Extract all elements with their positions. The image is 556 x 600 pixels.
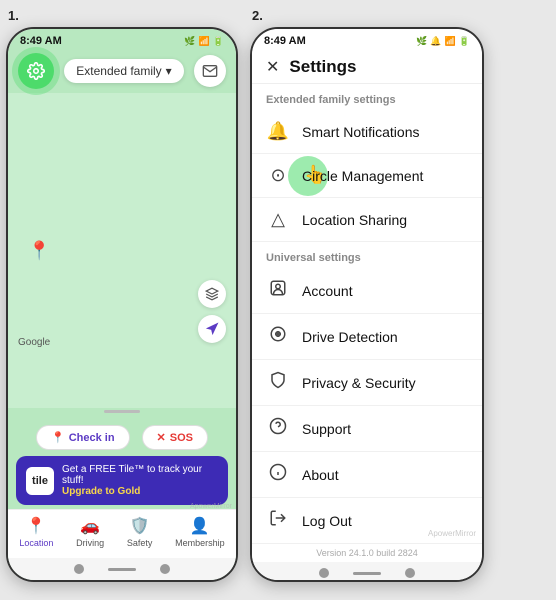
account-label: Account xyxy=(302,283,353,299)
family-label: Extended family xyxy=(76,64,161,78)
gear-icon xyxy=(27,62,45,80)
hw2-recent-btn xyxy=(405,568,415,578)
hw-home-btn xyxy=(108,568,136,571)
driving-nav-icon: 🚗 xyxy=(80,516,100,536)
notification-icon: 🔔 xyxy=(266,121,290,142)
checkin-icon: 📍 xyxy=(51,431,65,444)
phone1-watermark: ApowerMirror xyxy=(190,503,232,510)
panel1-number: 1. xyxy=(6,8,19,23)
membership-nav-icon: 👤 xyxy=(190,516,210,536)
promo-banner[interactable]: tile Get a FREE Tile™ to track your stuf… xyxy=(16,456,228,505)
drive-detection-icon xyxy=(266,325,290,348)
phone1-status-icons: 🌿 📶 🔋 xyxy=(184,36,224,47)
phone2-hw-bar xyxy=(252,562,482,582)
settings-header: ✕ Settings xyxy=(252,49,482,84)
phone2-frame: 8:49 AM 🌿 🔔 📶 🔋 ✕ Settings Extended fami… xyxy=(250,27,484,582)
panel2-wrapper: 2. 8:49 AM 🌿 🔔 📶 🔋 ✕ Settings Extended f… xyxy=(244,0,490,588)
settings-item-smart-notifications[interactable]: 🔔 Smart Notifications xyxy=(252,110,482,154)
membership-nav-label: Membership xyxy=(175,538,225,548)
safety-nav-label: Safety xyxy=(127,538,153,548)
settings-item-privacy[interactable]: Privacy & Security xyxy=(252,360,482,406)
about-label: About xyxy=(302,467,339,483)
map-area: 📍 Google xyxy=(8,93,236,408)
drive-detection-label: Drive Detection xyxy=(302,329,398,345)
phone1-status-bar: 8:49 AM 🌿 📶 🔋 xyxy=(8,29,236,49)
safety-nav-icon: 🛡️ xyxy=(130,516,150,536)
smart-notifications-label: Smart Notifications xyxy=(302,124,419,140)
phone1-top-bar: Extended family ▾ xyxy=(8,49,236,93)
settings-item-drive-detection[interactable]: Drive Detection xyxy=(252,314,482,360)
phone2-status-icons: 🌿 🔔 📶 🔋 xyxy=(416,36,470,47)
phone1-hw-bar xyxy=(8,558,236,580)
driving-nav-label: Driving xyxy=(76,538,104,548)
sos-icon: ✕ xyxy=(157,431,166,444)
mail-button[interactable] xyxy=(194,55,226,87)
phone1-screen: 8:49 AM 🌿 📶 🔋 Extended family ▾ xyxy=(8,29,236,580)
promo-text: Get a FREE Tile™ to track your stuff! Up… xyxy=(62,464,218,497)
nav-item-safety[interactable]: 🛡️ Safety xyxy=(127,516,153,548)
phone2-time: 8:49 AM xyxy=(264,35,306,47)
panel1-wrapper: 1. 8:49 AM 🌿 📶 🔋 xyxy=(0,0,244,588)
map-navigate-button[interactable] xyxy=(198,315,226,343)
settings-item-location-sharing[interactable]: △ Location Sharing xyxy=(252,198,482,242)
tile-icon: tile xyxy=(26,467,54,495)
logout-icon xyxy=(266,509,290,532)
checkin-button[interactable]: 📍 Check in xyxy=(36,425,130,450)
close-button[interactable]: ✕ xyxy=(266,57,279,77)
location-nav-icon: 📍 xyxy=(26,516,46,536)
circle-icon: ⊙ xyxy=(266,165,290,186)
promo-line2: Upgrade to Gold xyxy=(62,486,218,497)
gear-button[interactable] xyxy=(18,53,54,89)
account-icon xyxy=(266,279,290,302)
settings-title: Settings xyxy=(289,57,356,77)
panel2-number: 2. xyxy=(250,8,263,23)
promo-line1: Get a FREE Tile™ to track your stuff! xyxy=(62,464,218,486)
sos-label: SOS xyxy=(170,432,193,444)
about-icon xyxy=(266,463,290,486)
checkin-label: Check in xyxy=(69,432,115,444)
phone1-time: 8:49 AM xyxy=(20,35,62,47)
location-nav-label: Location xyxy=(19,538,53,548)
phone2-watermark: ApowerMirror xyxy=(428,529,476,538)
version-text: Version 24.1.0 build 2824 xyxy=(252,544,482,562)
hw-back-btn xyxy=(74,564,84,574)
hw-recent-btn xyxy=(160,564,170,574)
phone2-screen: 8:49 AM 🌿 🔔 📶 🔋 ✕ Settings Extended fami… xyxy=(252,29,482,580)
settings-item-support[interactable]: Support xyxy=(252,406,482,452)
action-bar: 📍 Check in ✕ SOS xyxy=(8,419,236,456)
location-sharing-label: Location Sharing xyxy=(302,212,407,228)
location-sharing-icon: △ xyxy=(266,209,290,230)
sos-button[interactable]: ✕ SOS xyxy=(142,425,208,450)
nav-item-membership[interactable]: 👤 Membership xyxy=(175,516,225,548)
chevron-down-icon: ▾ xyxy=(166,64,172,78)
layers-icon xyxy=(205,287,219,301)
drag-handle xyxy=(104,410,140,413)
mail-icon xyxy=(202,63,218,79)
map-layers-button[interactable] xyxy=(198,280,226,308)
map-pin: 📍 xyxy=(28,240,50,261)
nav-item-location[interactable]: 📍 Location xyxy=(19,516,53,548)
phone2-status-bar: 8:49 AM 🌿 🔔 📶 🔋 xyxy=(252,29,482,49)
section-extended-family-label: Extended family settings xyxy=(252,84,482,110)
settings-item-circle-management[interactable]: ⊙ Circle Management 👆 xyxy=(252,154,482,198)
navigate-icon xyxy=(205,322,219,336)
settings-item-account[interactable]: Account xyxy=(252,268,482,314)
bottom-nav: 📍 Location 🚗 Driving 🛡️ Safety 👤 Members… xyxy=(8,509,236,558)
support-label: Support xyxy=(302,421,351,437)
hw2-home-btn xyxy=(353,572,381,575)
family-selector[interactable]: Extended family ▾ xyxy=(64,59,183,83)
support-icon xyxy=(266,417,290,440)
drag-handle-area xyxy=(8,408,236,419)
phone1-frame: 8:49 AM 🌿 📶 🔋 Extended family ▾ xyxy=(6,27,238,582)
settings-item-about[interactable]: About xyxy=(252,452,482,498)
map-google-label: Google xyxy=(18,337,50,348)
circle-management-label: Circle Management xyxy=(302,168,423,184)
logout-label: Log Out xyxy=(302,513,352,529)
privacy-icon xyxy=(266,371,290,394)
hw2-back-btn xyxy=(319,568,329,578)
nav-item-driving[interactable]: 🚗 Driving xyxy=(76,516,104,548)
section-universal-label: Universal settings xyxy=(252,242,482,268)
privacy-label: Privacy & Security xyxy=(302,375,416,391)
